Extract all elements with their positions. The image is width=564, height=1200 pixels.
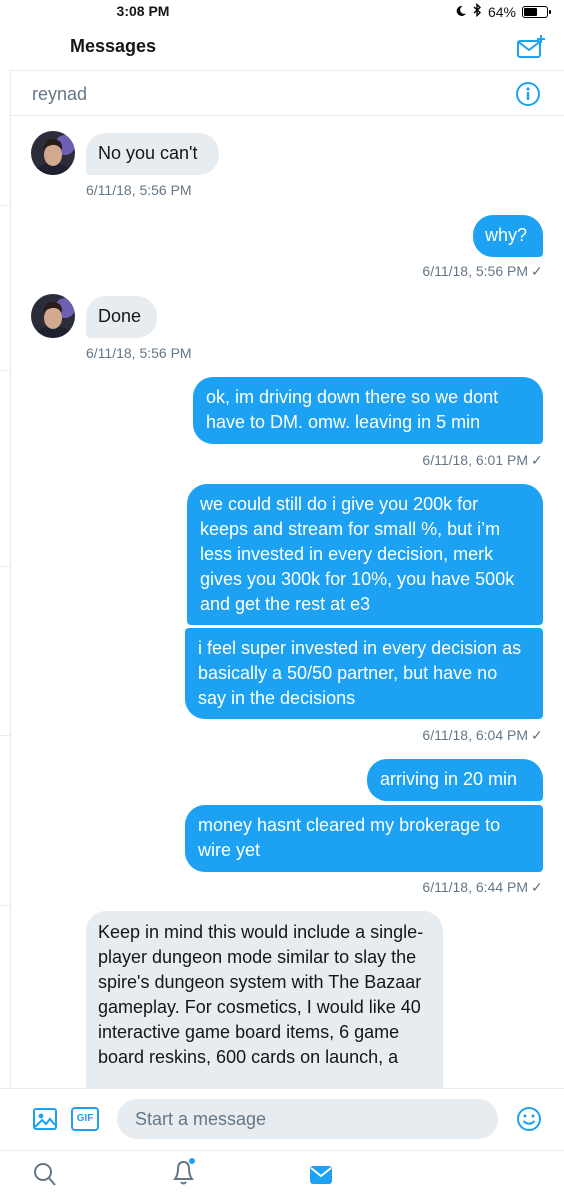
read-checkmark-icon: ✓ [531, 727, 543, 743]
avatar[interactable] [31, 294, 75, 338]
message-bubble[interactable]: Keep in mind this would include a single… [86, 911, 443, 1111]
message-bubble[interactable]: No you can't [86, 133, 219, 175]
list-pane-divider [0, 566, 10, 567]
message-timestamp: 6/11/18, 6:01 PM [422, 452, 528, 468]
status-indicators: 64% [455, 2, 551, 20]
message-input[interactable] [117, 1099, 498, 1139]
list-pane-divider [0, 205, 10, 206]
list-pane-divider [10, 70, 11, 1090]
message-timestamp: 6/11/18, 5:56 PM [86, 182, 192, 198]
image-icon[interactable] [33, 1108, 57, 1135]
status-bar: 3:08 PM 64% [0, 0, 564, 24]
conversation-name: reynad [32, 84, 88, 104]
message-timestamp: 6/11/18, 6:04 PM [422, 727, 528, 743]
message-timestamp: 6/11/18, 5:56 PM [422, 263, 528, 279]
emoji-icon[interactable] [516, 1106, 542, 1137]
list-pane-divider [0, 905, 10, 906]
message-bubble[interactable]: arriving in 20 min [367, 759, 543, 801]
notifications-icon[interactable] [170, 1157, 198, 1192]
message-bubble[interactable]: Done [86, 296, 157, 338]
list-pane-divider [0, 370, 10, 371]
battery-percent: 64% [487, 3, 516, 20]
list-pane-divider [0, 735, 10, 736]
moon-icon [455, 4, 467, 20]
message-bubble[interactable]: why? [473, 215, 543, 257]
page-title: Messages [70, 36, 157, 56]
status-time: 3:08 PM [116, 3, 170, 19]
message-bubble[interactable]: ok, im driving down there so we dont hav… [193, 377, 543, 444]
message-bubble[interactable]: we could still do i give you 200k for ke… [187, 484, 543, 625]
search-icon[interactable] [33, 1162, 57, 1193]
messages-icon[interactable] [309, 1164, 333, 1191]
compose-message-icon[interactable] [516, 34, 546, 65]
avatar[interactable] [31, 131, 75, 175]
bluetooth-icon [473, 2, 482, 20]
message-timestamp: 6/11/18, 6:44 PM [422, 879, 528, 895]
conversation-header: reynad [11, 70, 564, 116]
info-icon[interactable] [515, 81, 541, 112]
read-checkmark-icon: ✓ [531, 879, 543, 895]
message-timestamp: 6/11/18, 5:56 PM [86, 345, 192, 361]
message-composer: GIF [0, 1088, 564, 1150]
header: Messages [0, 24, 564, 70]
battery-icon [522, 5, 551, 18]
tab-bar [0, 1150, 564, 1200]
message-bubble[interactable]: i feel super invested in every decision … [185, 628, 543, 719]
gif-icon[interactable]: GIF [71, 1107, 99, 1131]
message-bubble[interactable]: money hasnt cleared my brokerage to wire… [185, 805, 543, 872]
read-checkmark-icon: ✓ [531, 452, 543, 468]
read-checkmark-icon: ✓ [531, 263, 543, 279]
